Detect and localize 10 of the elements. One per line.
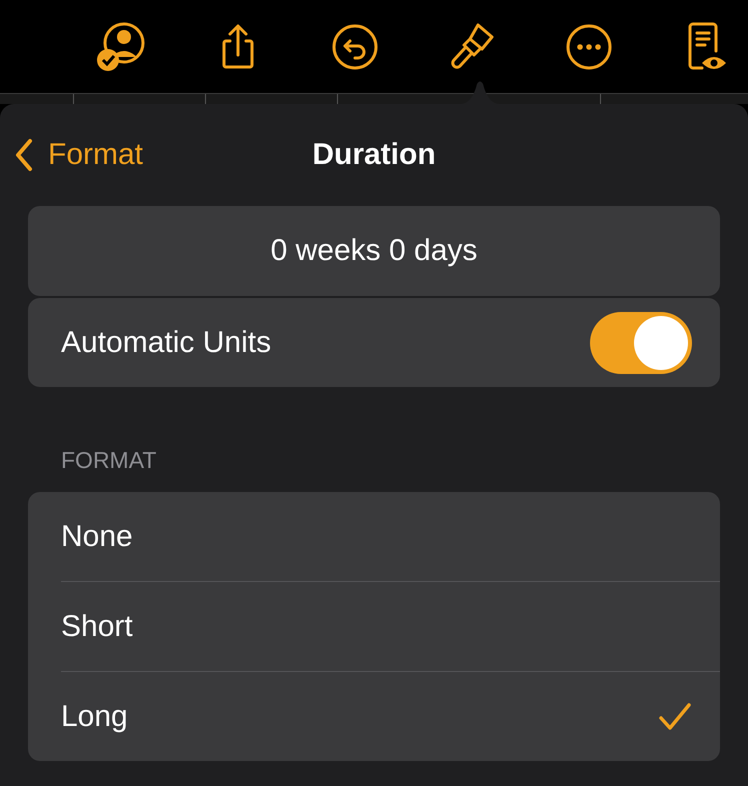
back-button[interactable]: Format bbox=[14, 138, 144, 172]
duration-value[interactable]: 0 weeks 0 days bbox=[28, 206, 720, 296]
back-chevron-icon[interactable] bbox=[14, 138, 34, 172]
format-option[interactable]: None bbox=[61, 492, 720, 581]
person-check-icon[interactable] bbox=[95, 20, 147, 72]
format-option[interactable]: Short bbox=[61, 581, 720, 671]
automatic-units-label: Automatic Units bbox=[61, 326, 272, 360]
popover-title: Duration bbox=[312, 138, 436, 171]
format-option[interactable]: Long bbox=[61, 671, 720, 761]
section-heading: FORMAT bbox=[61, 447, 156, 474]
